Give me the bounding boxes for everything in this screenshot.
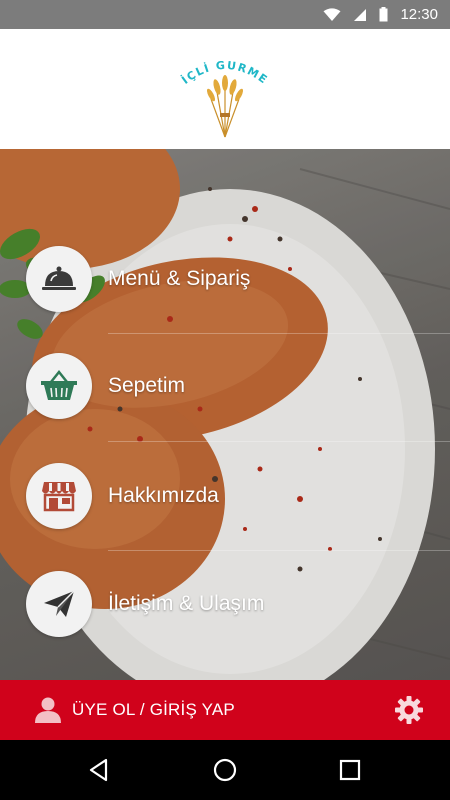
menu-label-order: Menü & Sipariş bbox=[108, 267, 251, 290]
settings-gear-icon[interactable] bbox=[394, 695, 424, 725]
home-icon[interactable] bbox=[212, 757, 238, 783]
status-bar: 12:30 bbox=[0, 0, 450, 29]
menu-item-contact[interactable]: İletişim & Ulaşım bbox=[0, 570, 450, 638]
menu-icon-circle bbox=[26, 246, 92, 312]
menu-label-contact: İletişim & Ulaşım bbox=[108, 592, 265, 615]
menu-label-cart: Sepetim bbox=[108, 374, 186, 397]
cloche-icon bbox=[42, 266, 76, 290]
recents-icon[interactable] bbox=[337, 757, 363, 783]
app-header: İÇLİ GURME bbox=[0, 29, 450, 149]
paper-plane-icon bbox=[44, 590, 75, 617]
divider bbox=[108, 441, 450, 442]
system-nav-bar bbox=[0, 740, 450, 800]
hero-background: Menü & Sipariş Sepetim Hakkımızda İletiş… bbox=[0, 149, 450, 680]
login-register-label: ÜYE OL / GİRİŞ YAP bbox=[72, 700, 235, 719]
battery-icon bbox=[379, 7, 388, 22]
brand-logo: İÇLİ GURME bbox=[179, 59, 269, 138]
user-icon bbox=[35, 697, 61, 723]
menu-icon-circle bbox=[26, 463, 92, 529]
menu-item-cart[interactable]: Sepetim bbox=[0, 352, 450, 420]
wheat-icon bbox=[210, 87, 240, 138]
signal-icon bbox=[354, 8, 367, 21]
menu-icon-circle bbox=[26, 571, 92, 637]
menu-item-about[interactable]: Hakkımızda bbox=[0, 462, 450, 530]
divider bbox=[108, 333, 450, 334]
account-bar: ÜYE OL / GİRİŞ YAP bbox=[0, 680, 450, 740]
basket-icon bbox=[41, 370, 77, 400]
menu-icon-circle bbox=[26, 353, 92, 419]
menu-item-order[interactable]: Menü & Sipariş bbox=[0, 245, 450, 313]
menu-label-about: Hakkımızda bbox=[108, 484, 219, 507]
wifi-icon bbox=[323, 7, 341, 21]
login-register-button[interactable]: ÜYE OL / GİRİŞ YAP bbox=[34, 680, 235, 740]
divider bbox=[108, 550, 450, 551]
status-time: 12:30 bbox=[400, 6, 438, 23]
store-icon bbox=[42, 482, 76, 512]
back-icon[interactable] bbox=[86, 757, 112, 783]
